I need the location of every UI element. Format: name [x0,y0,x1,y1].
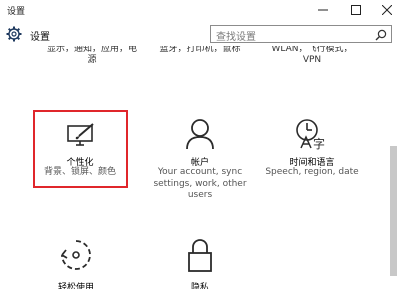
devices-tile-desc[interactable]: 蓝牙，打印机，鼠标 [150,46,250,55]
window-title: 设置 [7,7,26,17]
gear-icon [6,26,22,42]
close-icon [382,5,392,15]
svg-text:字: 字 [313,136,325,150]
tile-accounts[interactable]: 帐户 Your account, sync settings, work, ot… [150,110,250,210]
tile-accounts-desc: Your account, sync settings, work, other… [153,167,247,200]
tile-ease-of-access-name: 轻松使用 [57,283,94,289]
system-tile-desc-line1[interactable]: 显示，通知，应用，电 [42,46,142,55]
network-tile-desc-line2[interactable]: VPN [262,55,362,66]
settings-window: 设置 设置 查找设置 显示，通知，应用，电 源 蓝牙，打印机，鼠标 WLAN，飞… [0,0,400,289]
network-tile-desc-line1[interactable]: WLAN，飞行模式， [262,46,362,55]
minimize-icon [318,9,328,11]
personalization-icon [67,123,94,146]
time-language-icon: 字 [296,119,325,150]
system-tile-desc-line2[interactable]: 源 [42,55,142,66]
account-icon [186,119,214,150]
tile-personalization-desc: 背景、锁屏、颜色 [43,167,116,177]
tile-personalization[interactable]: 个性化 背景、锁屏、颜色 [33,110,136,188]
privacy-lock-icon [188,239,212,272]
clipped-tile-row: 显示，通知，应用，电 源 蓝牙，打印机，鼠标 WLAN，飞行模式， VPN [0,46,386,68]
ease-of-access-icon [61,240,91,270]
maximize-icon [351,5,361,15]
tile-privacy-name: 隐私 [190,283,209,289]
maximize-button[interactable] [341,0,371,20]
close-button[interactable] [372,0,400,20]
title-bar: 设置 [0,0,400,20]
tile-privacy[interactable]: 隐私 [150,238,250,289]
tile-ease-of-access[interactable]: 轻松使用 [26,238,126,289]
search-icon[interactable] [375,29,387,41]
search-placeholder: 查找设置 [216,32,256,43]
scrollbar-thumb[interactable] [390,146,397,276]
minimize-button[interactable] [308,0,338,20]
tile-time-language-desc: Speech, region, date [265,167,359,177]
vertical-scrollbar[interactable] [387,46,400,289]
tile-time-language[interactable]: 字 时间和语言 Speech, region, date [262,110,362,190]
search-input[interactable]: 查找设置 [210,25,392,43]
page-title: 设置 [30,32,50,43]
